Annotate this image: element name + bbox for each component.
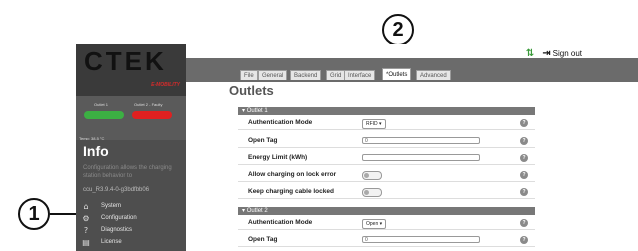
tab-outlets[interactable]: *Outlets (382, 68, 412, 80)
help-icon[interactable]: ? (520, 137, 528, 145)
tab-grid[interactable]: Grid (326, 70, 346, 80)
energy-limit-input[interactable] (362, 154, 480, 161)
help-icon[interactable]: ? (520, 219, 528, 227)
sidebar: CTEK E-MOBILITY Outlet 1 Outlet 2 - Faul… (76, 44, 186, 251)
question-icon: ? (83, 225, 89, 235)
outlet-2-status-label: Outlet 2 - Faulty (134, 102, 163, 107)
ctek-logo: CTEK (84, 46, 167, 76)
outlet-1-section-title: ▾ Outlet 1 (242, 108, 268, 114)
field-label: Keep charging cable locked (248, 188, 334, 195)
field-label: Energy Limit (kWh) (248, 154, 308, 161)
outlet-2-status-indicator[interactable] (132, 111, 172, 119)
outlet-2-section-title: ▾ Outlet 2 (242, 208, 268, 214)
tab-interface[interactable]: Interface (344, 70, 376, 80)
tab-advanced[interactable]: Advanced (416, 70, 451, 80)
outlet-1-status-label: Outlet 1 (94, 102, 109, 107)
open-tag-input[interactable]: 0 (362, 236, 480, 243)
field-label: Open Tag (248, 137, 278, 144)
open-tag-input[interactable]: 0 (362, 137, 480, 144)
logo-area: CTEK E-MOBILITY (76, 44, 186, 96)
nav-item-label: Configuration (101, 215, 137, 221)
auth-mode-select[interactable]: Open ▾ (362, 219, 387, 229)
tab-backend[interactable]: Backend (290, 70, 322, 80)
callout-2: 2 (382, 14, 414, 46)
outlet-1-section-header[interactable]: ▾ Outlet 1 (238, 107, 535, 115)
field-label: Open Tag (248, 236, 278, 243)
info-panel: Info Configuration allows the charging s… (76, 140, 186, 251)
tab-general[interactable]: General (258, 70, 288, 80)
outlet-1-row-lock-error: Allow charging on lock error ? (238, 169, 535, 182)
nav-item-label: System (101, 203, 122, 209)
help-icon[interactable]: ? (520, 236, 528, 244)
page-title: Outlets (229, 83, 274, 98)
help-icon[interactable]: ? (520, 188, 528, 196)
outlet-1-row-open-tag: Open Tag 0 ? (238, 135, 535, 148)
outlet-2-row-open-tag: Open Tag 0 ? (238, 234, 535, 247)
allow-lock-error-toggle[interactable] (362, 171, 382, 180)
license-icon: ▤ (82, 237, 90, 247)
home-icon: ⌂ (83, 201, 89, 211)
callout-1: 1 (18, 198, 50, 230)
help-icon[interactable]: ? (520, 154, 528, 162)
outlet-1-status-indicator[interactable] (84, 111, 124, 119)
outlet-2-row-auth-mode: Authentication Mode Open ▾ ? (238, 217, 535, 230)
outlet-status-panel: Outlet 1 Outlet 2 - Faulty Temp: 38.5 °C (76, 96, 186, 141)
outlet-1-row-keep-locked: Keep charging cable locked ? (238, 186, 535, 199)
keep-cable-locked-toggle[interactable] (362, 188, 382, 197)
main-content: Outlets ▾ Outlet 1 Authentication Mode R… (186, 82, 638, 251)
info-description: Configuration allows the charging statio… (83, 165, 172, 179)
field-label: Allow charging on lock error (248, 171, 337, 178)
firmware-version: ccu_R3.9.4-0-g3bdfbb06 (83, 187, 150, 193)
nav-item-system[interactable]: ⌂ System (81, 201, 121, 211)
outlet-1-row-energy-limit: Energy Limit (kWh) ? (238, 152, 535, 165)
help-icon[interactable]: ? (520, 171, 528, 179)
emobility-tagline: E-MOBILITY (151, 82, 180, 88)
tab-file[interactable]: File (240, 70, 258, 80)
nav-item-diagnostics[interactable]: ? Diagnostics (81, 225, 132, 235)
field-label: Authentication Mode (248, 219, 313, 226)
tab-bar: File General Backend Grid Interface *Out… (186, 58, 638, 82)
nav-item-label: Diagnostics (101, 227, 133, 233)
signout-link[interactable]: Sign out (553, 49, 582, 58)
gear-icon: ⚙ (82, 213, 90, 223)
nav-item-license[interactable]: ▤ License (81, 237, 122, 247)
auth-mode-select[interactable]: RFID ▾ (362, 119, 386, 129)
nav-item-label: License (101, 239, 122, 245)
field-label: Authentication Mode (248, 119, 313, 126)
nav-item-configuration[interactable]: ⚙ Configuration (81, 213, 137, 223)
outlet-1-row-auth-mode: Authentication Mode RFID ▾ ? (238, 117, 535, 130)
info-title: Info (83, 143, 109, 159)
help-icon[interactable]: ? (520, 119, 528, 127)
outlet-2-section-header[interactable]: ▾ Outlet 2 (238, 207, 535, 215)
